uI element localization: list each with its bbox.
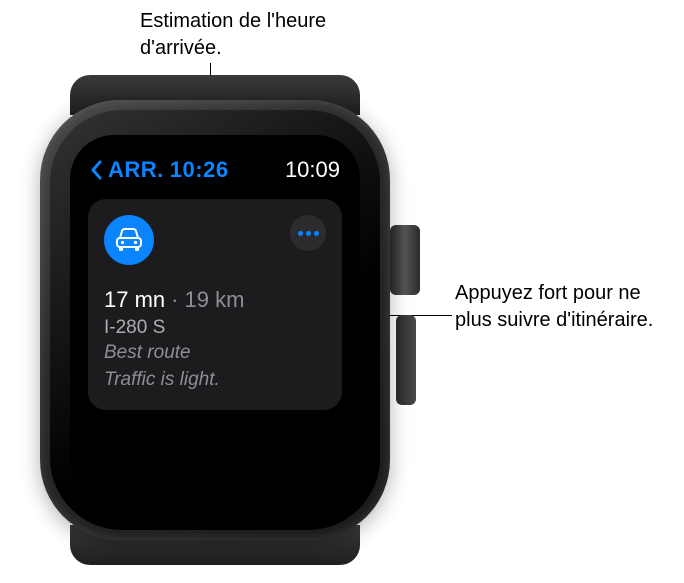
- route-card[interactable]: 17 mn·19 km I-280 S Best route Traffic i…: [88, 199, 342, 410]
- ellipsis-icon: [306, 231, 311, 236]
- route-note-line1: Best route: [104, 341, 326, 366]
- ellipsis-icon: [314, 231, 319, 236]
- car-icon: [104, 215, 154, 265]
- callout-force-touch: Appuyez fort pour ne plus suivre d'itiné…: [455, 280, 655, 334]
- back-arrival-button[interactable]: ARR. 10:26: [90, 157, 229, 183]
- side-button[interactable]: [396, 315, 416, 405]
- callout-eta: Estimation de l'heure d'arrivée.: [140, 8, 370, 62]
- clock-time: 10:09: [285, 157, 340, 183]
- route-stats: 17 mn·19 km: [104, 287, 326, 313]
- chevron-left-icon: [90, 160, 102, 180]
- digital-crown[interactable]: [390, 225, 420, 295]
- watch-device: ARR. 10:26 10:09: [10, 75, 420, 565]
- arrival-prefix: ARR.: [108, 157, 164, 183]
- status-bar: ARR. 10:26 10:09: [88, 153, 342, 187]
- ellipsis-icon: [298, 231, 303, 236]
- route-duration: 17 mn: [104, 287, 165, 312]
- route-note-line2: Traffic is light.: [104, 368, 326, 393]
- more-button[interactable]: [290, 215, 326, 251]
- watch-screen[interactable]: ARR. 10:26 10:09: [70, 135, 360, 497]
- stats-separator: ·: [171, 287, 178, 312]
- route-distance: 19 km: [184, 287, 244, 312]
- card-top-row: [104, 215, 326, 265]
- arrival-time: 10:26: [170, 157, 229, 183]
- route-road: I-280 S: [104, 317, 326, 339]
